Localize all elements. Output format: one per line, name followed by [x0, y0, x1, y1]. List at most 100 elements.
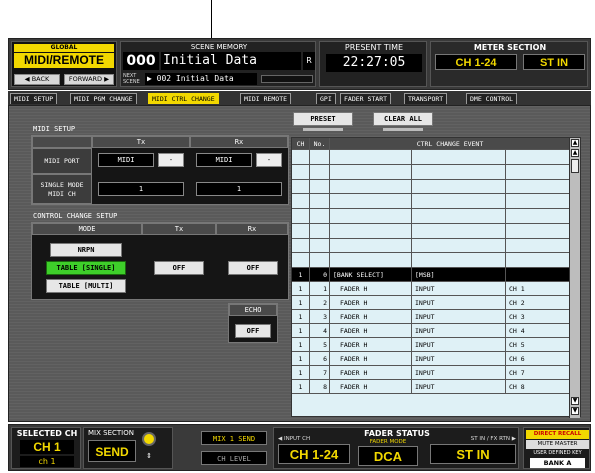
cc-tx-off-button[interactable]: OFF	[154, 261, 204, 275]
nrpn-button[interactable]: NRPN	[50, 243, 122, 257]
scene-number[interactable]: 000	[123, 52, 159, 70]
rx-port-select[interactable]: MIDI	[196, 153, 252, 167]
tab-transport[interactable]: TRANSPORT	[404, 93, 448, 104]
selected-ch-sub: ch 1	[20, 456, 74, 467]
row-no: 0	[310, 268, 330, 282]
direct-recall-button[interactable]: DIRECT RECALL	[526, 430, 589, 439]
event-row[interactable]: 1 5 FADER H INPUT CH 5	[292, 338, 570, 352]
tx-port-number[interactable]: -	[158, 153, 184, 167]
rx-port-number[interactable]: -	[256, 153, 282, 167]
meter-st-button[interactable]: ST IN	[523, 54, 585, 70]
tx-port-select[interactable]: MIDI	[98, 153, 154, 167]
empty-cell	[292, 223, 310, 238]
tab-midi-ctrl-change[interactable]: MIDI CTRL CHANGE	[148, 93, 219, 104]
tab-dme-control[interactable]: DME CONTROL	[466, 93, 518, 104]
empty-cell	[292, 164, 310, 179]
row-ch: 1	[292, 296, 310, 310]
preset-button[interactable]: PRESET	[293, 112, 353, 126]
empty-row[interactable]	[292, 209, 570, 224]
empty-row[interactable]	[292, 253, 570, 268]
mix-section-value[interactable]: SEND	[88, 440, 136, 462]
event-row[interactable]: 1 8 FADER H INPUT CH 8	[292, 380, 570, 394]
preset-indicator	[303, 128, 343, 131]
forward-button[interactable]: FORWARD ▶	[64, 74, 114, 85]
empty-cell	[412, 253, 506, 268]
cc-rx-off-button[interactable]: OFF	[228, 261, 278, 275]
ch-level-label[interactable]: CH LEVEL	[201, 451, 267, 465]
empty-cell	[506, 150, 570, 164]
top-status-bar: GLOBAL MIDI/REMOTE ◀ BACK FORWARD ▶ SCEN…	[8, 38, 591, 90]
event-row[interactable]: 1 4 FADER H INPUT CH 4	[292, 324, 570, 338]
input-ch-label: ◀ INPUT CH	[278, 436, 311, 442]
row-no: 2	[310, 296, 330, 310]
row-event-a: FADER H	[330, 366, 412, 380]
row-event-c: CH 4	[509, 327, 525, 335]
tab-midi-remote[interactable]: MIDI REMOTE	[240, 93, 292, 104]
scroll-top-icon[interactable]: ▲	[571, 139, 579, 147]
event-row[interactable]: 1 6 FADER H INPUT CH 6	[292, 352, 570, 366]
clear-all-button[interactable]: CLEAR ALL	[373, 112, 433, 126]
fader-mode-value[interactable]: DCA	[358, 446, 418, 466]
row-ch: 1	[292, 338, 310, 352]
meter-section-panel: METER SECTION CH 1-24 ST IN	[430, 41, 588, 87]
event-row[interactable]: 1 0 [BANK SELECT] [MSB]	[292, 268, 570, 282]
tab-gpi[interactable]: GPI	[316, 93, 336, 104]
empty-row[interactable]	[292, 150, 570, 165]
selected-ch-value[interactable]: CH 1	[20, 440, 74, 454]
tab-midi-setup[interactable]: MIDI SETUP	[10, 93, 58, 104]
row-ch: 1	[292, 380, 310, 394]
row-event-b: INPUT	[412, 296, 506, 310]
st-in-value[interactable]: ST IN	[430, 444, 516, 464]
scroll-bottom-icon[interactable]: ▼	[571, 407, 579, 415]
row-event-c: CH 5	[509, 341, 525, 349]
screen-name[interactable]: MIDI/REMOTE	[14, 53, 114, 68]
empty-cell	[506, 165, 570, 179]
mute-master-button[interactable]: MUTE MASTER	[526, 440, 589, 449]
pointer-line	[211, 0, 212, 38]
tab-fader-start[interactable]: FADER START	[340, 93, 392, 104]
empty-cell	[412, 179, 506, 194]
event-list-scrollbar[interactable]: ▲ ▲ ▼ ▼	[569, 138, 580, 418]
empty-row[interactable]	[292, 194, 570, 209]
tx-midi-ch[interactable]: 1	[98, 182, 184, 196]
input-ch-value[interactable]: CH 1-24	[278, 444, 350, 464]
midi-setup-tx-header: Tx	[92, 136, 190, 148]
row-event-a: FADER H	[330, 296, 412, 310]
empty-row[interactable]	[292, 164, 570, 180]
row-ch: 1	[292, 268, 310, 282]
empty-cell	[310, 150, 330, 164]
table-multi-button[interactable]: TABLE [MULTI]	[46, 279, 126, 293]
empty-cell	[506, 253, 570, 267]
event-row[interactable]: 1 3 FADER H INPUT CH 3	[292, 310, 570, 324]
echo-off-button[interactable]: OFF	[235, 324, 271, 338]
event-header: CTRL CHANGE EVENT	[416, 140, 484, 148]
row-event-c: CH 3	[509, 313, 525, 321]
meter-ch-button[interactable]: CH 1-24	[435, 54, 517, 70]
empty-row[interactable]	[292, 223, 570, 239]
event-row[interactable]: 1 2 FADER H INPUT CH 2	[292, 296, 570, 310]
bank-button[interactable]: BANK A	[530, 458, 585, 468]
scene-title[interactable]: Initial Data	[161, 52, 301, 70]
selected-ch-label: SELECTED CH	[16, 429, 78, 438]
row-ch: 1	[292, 282, 310, 296]
scroll-thumb[interactable]	[571, 159, 579, 173]
event-row[interactable]: 1 1 FADER H INPUT CH 1	[292, 282, 570, 296]
table-single-button[interactable]: TABLE [SINGLE]	[46, 261, 126, 275]
event-row[interactable]: 1 7 FADER H INPUT CH 7	[292, 366, 570, 380]
rx-midi-ch[interactable]: 1	[196, 182, 282, 196]
empty-cell	[330, 194, 412, 209]
empty-cell	[310, 238, 330, 253]
row-event-c: CH 8	[509, 383, 525, 391]
scene-r-flag: R	[303, 52, 315, 70]
scroll-up-icon[interactable]: ▲	[571, 149, 579, 157]
mix1-send-label[interactable]: MIX 1 SEND	[201, 431, 267, 445]
meter-section-label: METER SECTION	[473, 43, 547, 52]
back-button[interactable]: ◀ BACK	[14, 74, 60, 85]
scroll-down-icon[interactable]: ▼	[571, 397, 579, 405]
ctrl-change-event-list: CH No. CTRL CHANGE EVENT 1 0 [BANK SELEC…	[291, 137, 581, 418]
empty-row[interactable]	[292, 179, 570, 195]
tab-midi-pgm-change[interactable]: MIDI PGM CHANGE	[70, 93, 137, 104]
empty-row[interactable]	[292, 238, 570, 254]
mix-section-label: MIX SECTION	[88, 429, 134, 437]
next-scene-bar	[261, 75, 313, 83]
